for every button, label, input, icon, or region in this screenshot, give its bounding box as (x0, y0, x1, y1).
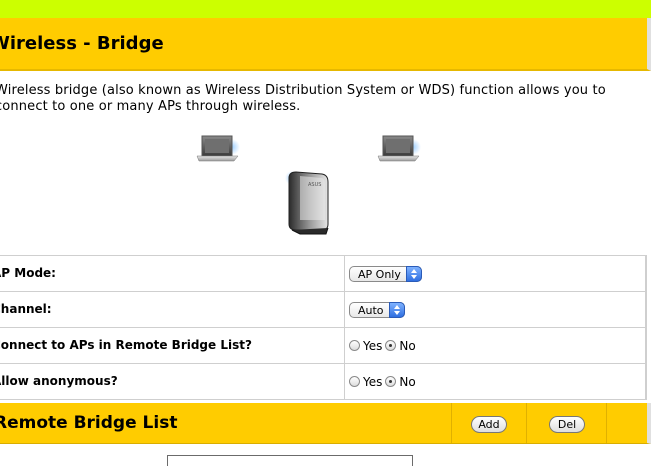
setting-row-ap-mode: AP Mode: AP Only (0, 256, 647, 292)
anonymous-radio-group: Yes No (349, 375, 419, 389)
del-button[interactable]: Del (549, 416, 585, 433)
ap-mode-label: AP Mode: (0, 266, 56, 280)
chevron-updown-icon (388, 301, 405, 318)
anonymous-no-radio[interactable] (385, 376, 397, 387)
settings-table: AP Mode: AP Only Channel: Auto Connect t… (0, 255, 647, 400)
connect-remote-yes-radio[interactable] (349, 340, 360, 351)
ap-mode-value: AP Only (358, 267, 401, 281)
remote-bridge-header: Remote Bridge List Add Del (0, 403, 651, 444)
ap-mode-select[interactable]: AP Only (349, 265, 422, 282)
wds-illustration: ASUS (0, 126, 645, 256)
connect-remote-radio-group: Yes No (349, 339, 419, 353)
chevron-updown-icon (405, 265, 422, 282)
anonymous-yes-radio[interactable] (349, 376, 360, 387)
connect-remote-no-radio[interactable] (385, 340, 397, 351)
wds-diagram: ASUS (196, 135, 421, 235)
channel-select[interactable]: Auto (349, 301, 405, 318)
connect-remote-label: Connect to APs in Remote Bridge List? (0, 338, 252, 352)
page-header: Wireless - Bridge (0, 18, 651, 71)
router-brand: ASUS (308, 182, 321, 188)
router-icon: ASUS (285, 171, 329, 235)
anonymous-yes-label: Yes (363, 374, 383, 389)
setting-row-connect-remote: Connect to APs in Remote Bridge List? Ye… (0, 328, 647, 364)
page-title: Wireless - Bridge (0, 33, 164, 54)
add-button[interactable]: Add (471, 416, 507, 433)
setting-row-anonymous: Allow anonymous? Yes No (0, 364, 647, 400)
top-band (0, 0, 651, 19)
laptop-icon (196, 135, 240, 162)
page-description: Wireless bridge (also known as Wireless … (0, 83, 606, 114)
connect-remote-no-label: No (399, 338, 416, 353)
laptop-icon (377, 135, 421, 162)
remote-bridge-title: Remote Bridge List (0, 413, 178, 433)
channel-label: Channel: (0, 302, 52, 316)
connect-remote-yes-label: Yes (363, 338, 383, 353)
setting-row-channel: Channel: Auto (0, 292, 647, 328)
anonymous-label: Allow anonymous? (0, 374, 118, 388)
anonymous-no-label: No (399, 374, 416, 389)
channel-value: Auto (358, 303, 384, 317)
